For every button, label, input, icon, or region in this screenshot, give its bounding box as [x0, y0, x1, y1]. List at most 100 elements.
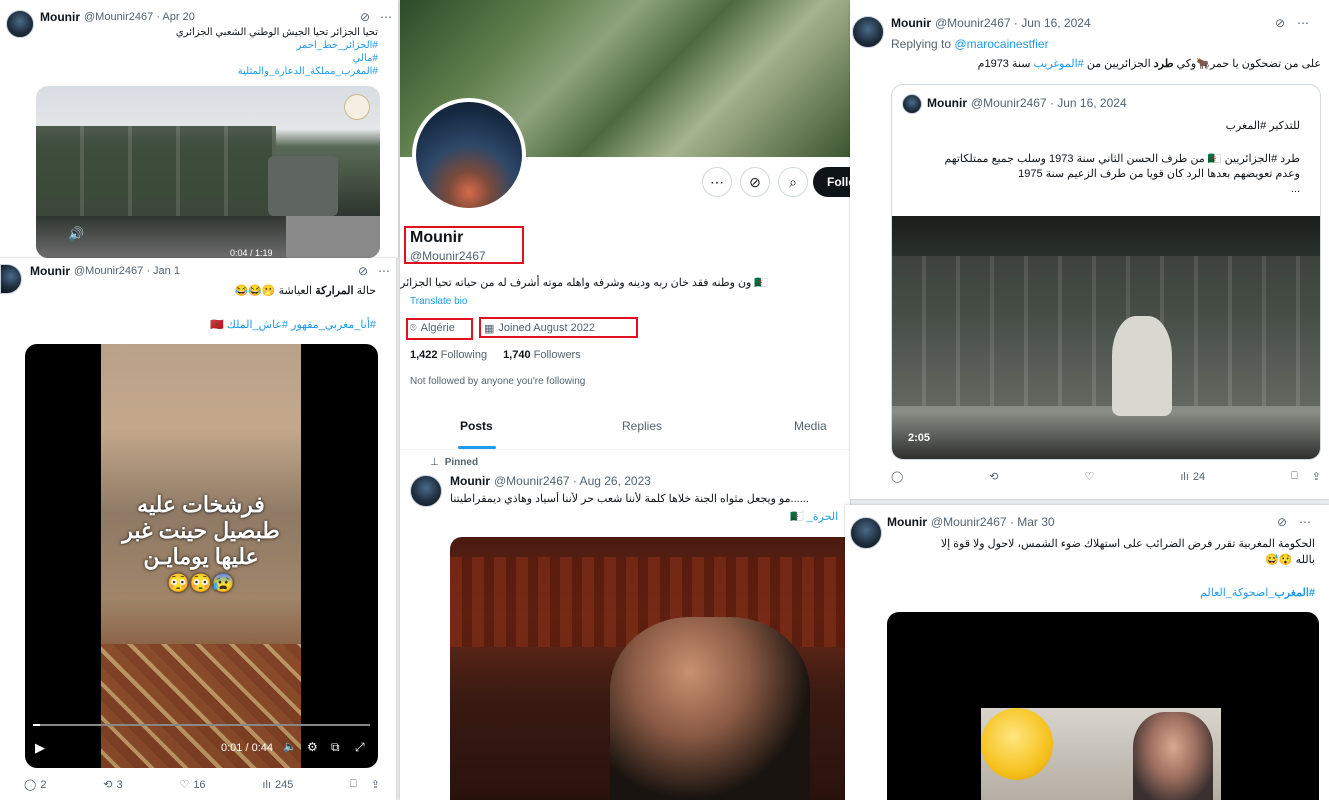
tweet-card-mar30[interactable]: Mounir @Mounir2467 · Mar 30 ⊘ ⋯ الحكومة …	[845, 505, 1329, 800]
quote-text: وعدم تعويضهم بعدها الرد كان قويا من طرف …	[1018, 168, 1300, 180]
like-button[interactable]: ♡ 16	[179, 778, 205, 792]
search-button[interactable]: ⌕	[778, 167, 808, 197]
author-handle-date[interactable]: @Mounir2467 · Jan 1	[74, 265, 180, 277]
hashtag[interactable]: #المغرب_مملكة_الدعارة_والمثلية	[38, 65, 378, 78]
video-player[interactable]: 🔊 0:04 / 1:19	[36, 86, 380, 258]
avatar[interactable]	[6, 10, 34, 38]
share-icon[interactable]: ⇪	[371, 778, 380, 791]
video-player[interactable]: فرشخات عليه طبصيل حينت غبر عليها يومايـن…	[25, 344, 378, 768]
hashtag[interactable]: #الجزائر_خط_احمر	[38, 39, 379, 52]
replying-to-link[interactable]: @marocainestfier	[954, 37, 1048, 51]
retweet-button[interactable]: ⟲ 3	[103, 778, 122, 792]
author-handle-date[interactable]: @Mounir2467 · Aug 26, 2023	[494, 474, 651, 488]
author-handle-date[interactable]: @Mounir2467 · Mar 30	[931, 515, 1055, 529]
grok-button[interactable]: ⊘	[740, 167, 770, 197]
translate-bio-link[interactable]: Translate bio	[410, 296, 467, 307]
hashtag[interactable]: #مالي	[38, 52, 378, 65]
grok-icon[interactable]: ⊘	[358, 264, 368, 278]
video-progress-bar[interactable]	[33, 724, 370, 726]
man-portrait-image	[610, 617, 810, 800]
military-vehicles-image	[36, 126, 276, 216]
pin-icon: ⊥	[430, 457, 439, 468]
hashtag[interactable]: #المغرب_اضحوكة_العالم	[885, 586, 1315, 599]
like-icon[interactable]: ♡	[1085, 470, 1095, 483]
views-icon: ılı	[1180, 470, 1189, 483]
video-overlay-emoji: 😰😳😳	[167, 573, 235, 593]
like-icon: ♡	[179, 779, 190, 791]
views-button[interactable]: ılı 245	[262, 779, 293, 791]
share-icon[interactable]: ⇪	[1312, 470, 1321, 483]
avatar[interactable]	[0, 264, 22, 294]
pip-icon[interactable]: ⧉	[331, 740, 340, 755]
views-icon: ılı	[262, 778, 271, 791]
author-handle-date[interactable]: @Mounir2467 · Jun 16, 2024	[971, 96, 1127, 110]
author-handle-date[interactable]: @Mounir2467 · Apr 20	[84, 11, 195, 23]
tweet-text-bold: المراركة	[315, 285, 354, 297]
hashtag[interactable]: 🇩🇿 _الحرة	[790, 510, 838, 523]
tweet-text: تحيا الجزائر تحيا الجيش الوطني الشعبي ال…	[175, 27, 378, 38]
reply-icon: ◯	[24, 779, 37, 791]
author-name[interactable]: Mounir	[30, 264, 70, 278]
tweet-card-apr20[interactable]: Mounir @Mounir2467 · Apr 20 ⊘ ⋯ تحيا الج…	[0, 0, 398, 258]
tweet-text: ......مو ويجعل مثواه الجنة خلاها كلمة لأ…	[450, 493, 809, 505]
author-name[interactable]: Mounir	[887, 515, 927, 529]
tweet-text: على من تضحكون يا حمر🐂وكي طرد الجزائريين …	[977, 58, 1321, 70]
profile-page: ⋯ ⊘ ⌕ Follow Mounir @Mounir2467 🇩🇿 ون وط…	[400, 0, 850, 800]
fullscreen-icon[interactable]: ⤢	[355, 740, 365, 755]
more-options-button[interactable]: ⋯	[702, 167, 732, 197]
views-button[interactable]: ılı 24	[1180, 471, 1205, 483]
seated-figure-image	[1112, 316, 1172, 416]
more-icon[interactable]: ⋯	[1297, 16, 1309, 30]
more-icon[interactable]: ⋯	[1299, 515, 1311, 529]
reply-icon[interactable]: ◯	[891, 470, 903, 483]
followers-link[interactable]: 1,740 Followers	[503, 349, 581, 361]
settings-icon[interactable]: ⚙	[307, 740, 318, 754]
more-icon[interactable]: ⋯	[378, 264, 390, 278]
play-icon[interactable]: ▶	[35, 740, 45, 756]
avatar[interactable]	[410, 475, 442, 507]
bookmark-icon[interactable]: ⎕	[350, 778, 357, 791]
quoted-tweet[interactable]: Mounir @Mounir2467 · Jun 16, 2024 للتذكي…	[891, 84, 1321, 460]
bookmark-icon[interactable]: ⎕	[1291, 470, 1298, 483]
tweet-card-jun16[interactable]: Mounir @Mounir2467 · Jun 16, 2024 ⊘ ⋯ Re…	[850, 0, 1329, 499]
volume-icon[interactable]: 🔊	[68, 226, 84, 242]
location-highlight-box	[406, 318, 473, 340]
author-name[interactable]: Mounir	[891, 16, 931, 30]
author-name[interactable]: Mounir	[450, 474, 490, 488]
hashtags[interactable]: #أنا_مغربي_مقهور #عاش_الملك 🇲🇦	[36, 318, 376, 331]
avatar[interactable]	[852, 16, 884, 48]
volume-icon[interactable]: 🔈	[283, 740, 297, 753]
reply-button[interactable]: ◯ 2	[24, 778, 46, 792]
retweet-icon[interactable]: ⟲	[989, 470, 998, 483]
grok-icon[interactable]: ⊘	[360, 10, 370, 24]
avatar[interactable]	[850, 517, 882, 549]
tweet-text: العياشة 🫢😂😂	[234, 285, 313, 297]
man-speaking-image	[1133, 712, 1213, 800]
tab-posts[interactable]: Posts	[458, 419, 496, 449]
grok-icon[interactable]: ⊘	[1275, 16, 1285, 30]
more-icon[interactable]: ⋯	[380, 10, 392, 24]
author-handle-date[interactable]: @Mounir2467 · Jun 16, 2024	[935, 16, 1091, 30]
not-followed-text: Not followed by anyone you're following	[410, 376, 586, 387]
laughing-emoji-image	[981, 708, 1053, 780]
avatar[interactable]	[902, 94, 922, 114]
author-name[interactable]: Mounir	[40, 10, 80, 24]
profile-avatar[interactable]	[412, 98, 526, 212]
tab-media[interactable]: Media	[794, 419, 827, 433]
tweet-video[interactable]	[887, 612, 1319, 800]
video-overlay-text: فرشخات عليه	[137, 492, 265, 517]
joined-highlight-box	[479, 317, 638, 338]
author-name[interactable]: Mounir	[927, 96, 967, 110]
road-image	[286, 216, 380, 258]
tweet-text: بالله 😯😅	[1265, 554, 1315, 566]
replying-to-label: Replying to	[891, 37, 952, 51]
tweet-card-jan1[interactable]: Mounir @Mounir2467 · Jan 1 ⊘ ⋯ حالة المر…	[0, 258, 396, 800]
follow-button[interactable]: Follow	[813, 167, 850, 197]
tab-replies[interactable]: Replies	[622, 419, 662, 433]
quote-video[interactable]: 2:05	[892, 216, 1320, 459]
following-link[interactable]: 1,422 Following	[410, 349, 487, 361]
grok-icon[interactable]: ⊘	[1277, 515, 1287, 529]
quote-text: للتذكير #المغرب	[1225, 120, 1300, 132]
pinned-video[interactable]	[450, 537, 850, 800]
video-overlay-text: عليها يومايـن	[143, 544, 259, 569]
